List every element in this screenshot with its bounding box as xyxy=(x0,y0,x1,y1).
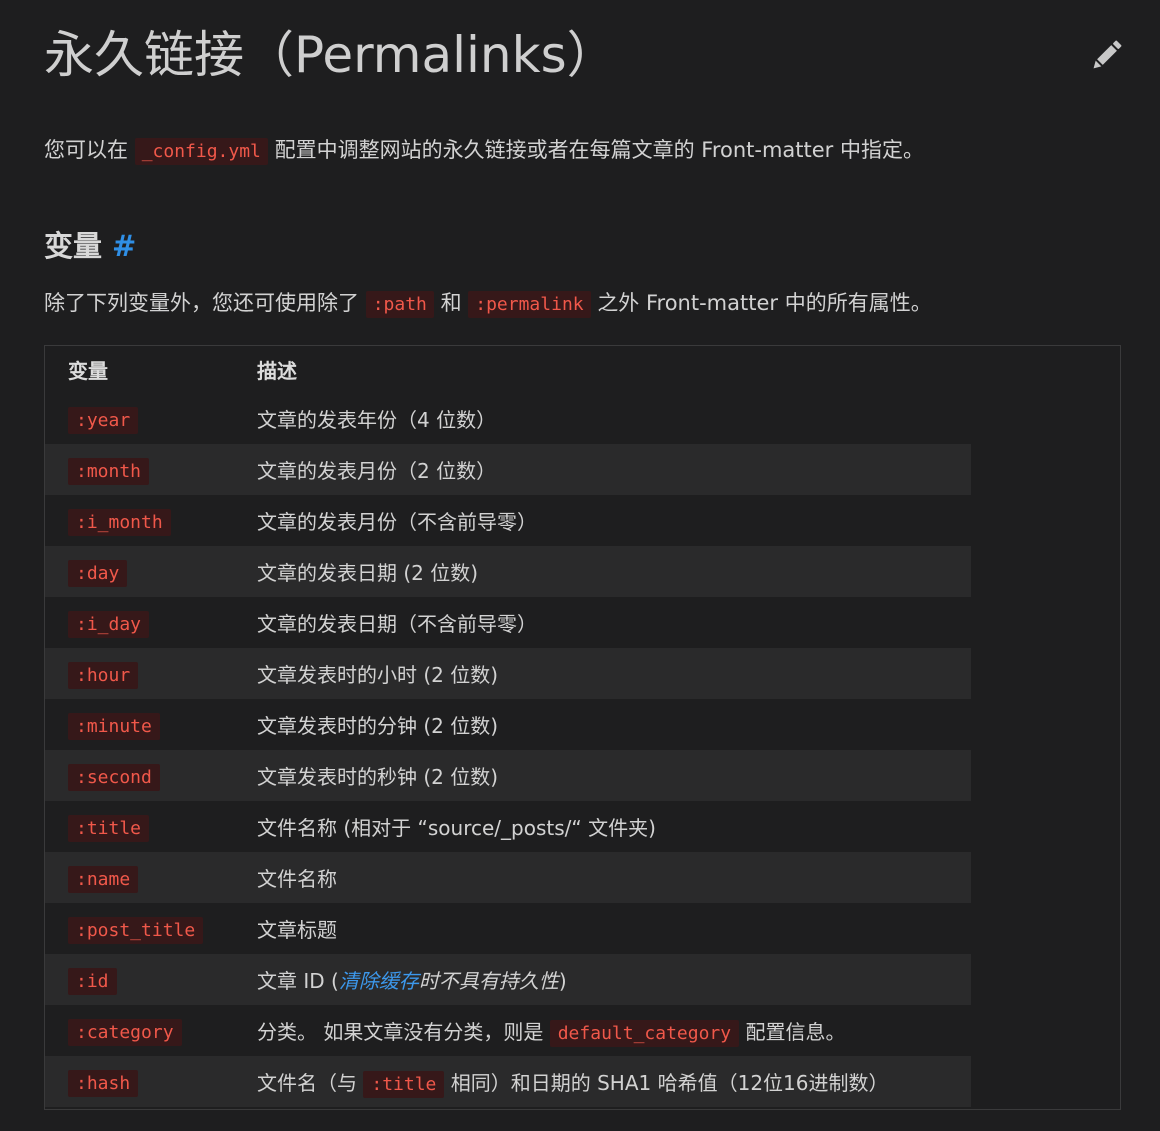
section-anchor-link[interactable]: # xyxy=(112,229,136,263)
variables-table-wrapper: 变量 描述 :year 文章的发表年份（4 位数） :month 文章的发表月份… xyxy=(44,345,1121,1110)
id-desc-before: 文章 ID ( xyxy=(257,969,339,993)
table-row: :hash 文件名（与 :title 相同）和日期的 SHA1 哈希值（12位1… xyxy=(45,1056,971,1107)
page-title: 永久链接（Permalinks） xyxy=(44,26,617,84)
config-code: _config.yml xyxy=(134,138,268,165)
header-description: 描述 xyxy=(257,359,297,383)
variable-code: :title xyxy=(68,814,150,842)
variable-description: 文件名称 xyxy=(257,867,337,891)
variable-code: :minute xyxy=(68,712,160,740)
variable-code: :category xyxy=(68,1018,182,1046)
variable-description: 文章的发表月份（不含前导零） xyxy=(257,510,537,534)
intro-paragraph: 您可以在 _config.yml 配置中调整网站的永久链接或者在每篇文章的 Fr… xyxy=(44,132,924,170)
desc-text-2: 和 xyxy=(440,291,462,315)
table-row: :id 文章 ID (清除缓存时不具有持久性) xyxy=(45,954,971,1005)
default-category-code: default_category xyxy=(549,1020,740,1047)
table-row: :i_month 文章的发表月份（不含前导零） xyxy=(45,495,971,546)
table-row: :year 文章的发表年份（4 位数） xyxy=(45,393,971,444)
variable-description: 文章 ID (清除缓存时不具有持久性) xyxy=(234,954,971,1005)
category-desc-after: 配置信息。 xyxy=(745,1020,846,1044)
header-variable: 变量 xyxy=(68,359,108,383)
table-row: :minute 文章发表时的分钟 (2 位数) xyxy=(45,699,971,750)
variable-description: 文章的发表月份（2 位数） xyxy=(257,459,497,483)
desc-text-3: 之外 Front-matter 中的所有属性。 xyxy=(597,291,932,315)
variable-code: :i_day xyxy=(68,610,150,638)
table-header-row: 变量 描述 xyxy=(45,346,971,393)
hash-desc-before: 文件名（与 xyxy=(257,1071,357,1095)
variable-description: 文章的发表年份（4 位数） xyxy=(257,408,497,432)
desc-text-1: 除了下列变量外，您还可使用除了 xyxy=(44,291,359,315)
edit-pencil-icon[interactable] xyxy=(1088,36,1126,74)
variable-description: 分类。 如果文章没有分类，则是 default_category 配置信息。 xyxy=(234,1005,971,1056)
intro-text-after: 配置中调整网站的永久链接或者在每篇文章的 Front-matter 中指定。 xyxy=(274,138,924,162)
variable-code: :month xyxy=(68,457,150,485)
permalink-code: :permalink xyxy=(468,291,591,318)
category-desc-before: 分类。 如果文章没有分类，则是 xyxy=(257,1020,544,1044)
clear-cache-link[interactable]: 清除缓存 xyxy=(339,969,419,993)
variable-description: 文章的发表日期 (2 位数) xyxy=(257,561,479,585)
variable-code: :i_month xyxy=(68,508,171,536)
variable-description: 文件名（与 :title 相同）和日期的 SHA1 哈希值（12位16进制数） xyxy=(234,1056,971,1107)
intro-text-before: 您可以在 xyxy=(44,138,128,162)
table-row: :name 文件名称 xyxy=(45,852,971,903)
table-row: :post_title 文章标题 xyxy=(45,903,971,954)
variable-description: 文章标题 xyxy=(257,918,337,942)
table-row: :title 文件名称 (相对于 “source/_posts/“ 文件夹) xyxy=(45,801,971,852)
variables-table: 变量 描述 :year 文章的发表年份（4 位数） :month 文章的发表月份… xyxy=(45,346,971,1107)
variable-code: :id xyxy=(68,967,117,995)
variable-code: :second xyxy=(68,763,160,791)
id-desc-italic: 时不具有持久性 xyxy=(418,969,559,993)
variable-code: :day xyxy=(68,559,128,587)
variable-description: 文件名称 (相对于 “source/_posts/“ 文件夹) xyxy=(257,816,656,840)
table-row: :month 文章的发表月份（2 位数） xyxy=(45,444,971,495)
variable-description: 文章发表时的小时 (2 位数) xyxy=(257,663,499,687)
variable-code: :year xyxy=(68,406,139,434)
table-row: :i_day 文章的发表日期（不含前导零） xyxy=(45,597,971,648)
section-heading-text: 变量 xyxy=(44,229,103,263)
variable-code: :hash xyxy=(68,1069,139,1097)
variable-code: :post_title xyxy=(68,916,204,944)
path-code: :path xyxy=(365,291,434,318)
hash-desc-after: 相同）和日期的 SHA1 哈希值（12位16进制数） xyxy=(450,1071,889,1095)
variable-description: 文章的发表日期（不含前导零） xyxy=(257,612,537,636)
variable-description: 文章发表时的秒钟 (2 位数) xyxy=(257,765,499,789)
variable-description: 文章发表时的分钟 (2 位数) xyxy=(257,714,499,738)
section-description: 除了下列变量外，您还可使用除了 :path 和 :permalink 之外 Fr… xyxy=(44,285,932,323)
table-row: :hour 文章发表时的小时 (2 位数) xyxy=(45,648,971,699)
section-heading: 变量 # xyxy=(44,224,136,268)
id-desc-after: ) xyxy=(558,969,567,993)
table-row: :second 文章发表时的秒钟 (2 位数) xyxy=(45,750,971,801)
variable-code: :name xyxy=(68,865,139,893)
table-row: :day 文章的发表日期 (2 位数) xyxy=(45,546,971,597)
table-row: :category 分类。 如果文章没有分类，则是 default_catego… xyxy=(45,1005,971,1056)
variable-code: :hour xyxy=(68,661,139,689)
title-code: :title xyxy=(363,1071,445,1098)
